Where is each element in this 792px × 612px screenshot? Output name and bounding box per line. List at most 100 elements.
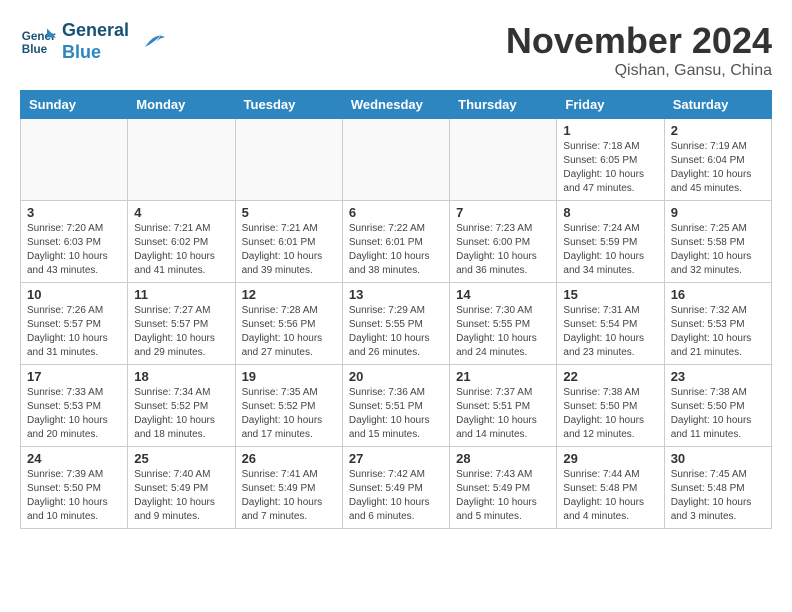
day-info: Sunrise: 7:38 AM Sunset: 5:50 PM Dayligh… — [563, 386, 657, 442]
day-info: Sunrise: 7:20 AM Sunset: 6:03 PM Dayligh… — [27, 222, 121, 278]
day-number: 3 — [27, 205, 121, 220]
week-row-1: 1Sunrise: 7:18 AM Sunset: 6:05 PM Daylig… — [21, 119, 772, 201]
day-cell: 3 Sunrise: 7:20 AM Sunset: 6:03 PM Daylig… — [21, 201, 128, 283]
day-number: 2 — [671, 123, 765, 138]
day-number: 22 — [563, 369, 657, 384]
day-cell: 6Sunrise: 7:22 AM Sunset: 6:01 PM Daylig… — [342, 201, 449, 283]
day-info: Sunrise: 7:34 AM Sunset: 5:52 PM Dayligh… — [134, 386, 228, 442]
day-cell: 24 Sunrise: 7:39 AM Sunset: 5:50 PM Dayli… — [21, 447, 128, 529]
logo-blue: Blue — [62, 42, 129, 64]
day-info: Sunrise: 7:35 AM Sunset: 5:52 PM Dayligh… — [242, 386, 336, 442]
header-day-wednesday: Wednesday — [342, 91, 449, 119]
day-cell: 23 Sunrise: 7:38 AM Sunset: 5:50 PM Dayli… — [664, 365, 771, 447]
day-number: 20 — [349, 369, 443, 384]
week-row-3: 10 Sunrise: 7:26 AM Sunset: 5:57 PM Dayli… — [21, 283, 772, 365]
week-row-2: 3 Sunrise: 7:20 AM Sunset: 6:03 PM Daylig… — [21, 201, 772, 283]
month-title: November 2024 — [506, 20, 772, 62]
day-info: Sunrise: 7:45 AM Sunset: 5:48 PM Dayligh… — [671, 468, 765, 524]
day-info: Sunrise: 7:42 AM Sunset: 5:49 PM Dayligh… — [349, 468, 443, 524]
day-number: 29 — [563, 451, 657, 466]
day-number: 17 — [27, 369, 121, 384]
day-cell: 2 Sunrise: 7:19 AM Sunset: 6:04 PM Daylig… — [664, 119, 771, 201]
logo-general: General — [62, 20, 129, 42]
day-cell: 14Sunrise: 7:30 AM Sunset: 5:55 PM Dayli… — [450, 283, 557, 365]
day-cell: 19 Sunrise: 7:35 AM Sunset: 5:52 PM Dayli… — [235, 365, 342, 447]
day-cell: 25Sunrise: 7:40 AM Sunset: 5:49 PM Dayli… — [128, 447, 235, 529]
day-number: 18 — [134, 369, 228, 384]
day-cell: 22 Sunrise: 7:38 AM Sunset: 5:50 PM Dayli… — [557, 365, 664, 447]
day-info: Sunrise: 7:38 AM Sunset: 5:50 PM Dayligh… — [671, 386, 765, 442]
day-number: 9 — [671, 205, 765, 220]
day-info: Sunrise: 7:39 AM Sunset: 5:50 PM Dayligh… — [27, 468, 121, 524]
day-number: 12 — [242, 287, 336, 302]
day-info: Sunrise: 7:27 AM Sunset: 5:57 PM Dayligh… — [134, 304, 228, 360]
header-day-thursday: Thursday — [450, 91, 557, 119]
day-info: Sunrise: 7:37 AM Sunset: 5:51 PM Dayligh… — [456, 386, 550, 442]
day-info: Sunrise: 7:29 AM Sunset: 5:55 PM Dayligh… — [349, 304, 443, 360]
header-row: SundayMondayTuesdayWednesdayThursdayFrid… — [21, 91, 772, 119]
day-cell: 8 Sunrise: 7:24 AM Sunset: 5:59 PM Daylig… — [557, 201, 664, 283]
location: Qishan, Gansu, China — [506, 62, 772, 80]
week-row-5: 24 Sunrise: 7:39 AM Sunset: 5:50 PM Dayli… — [21, 447, 772, 529]
day-info: Sunrise: 7:44 AM Sunset: 5:48 PM Dayligh… — [563, 468, 657, 524]
day-cell: 28Sunrise: 7:43 AM Sunset: 5:49 PM Dayli… — [450, 447, 557, 529]
calendar-table: SundayMondayTuesdayWednesdayThursdayFrid… — [20, 90, 772, 529]
header-day-saturday: Saturday — [664, 91, 771, 119]
day-info: Sunrise: 7:25 AM Sunset: 5:58 PM Dayligh… — [671, 222, 765, 278]
day-number: 7 — [456, 205, 550, 220]
day-number: 4 — [134, 205, 228, 220]
day-cell: 16Sunrise: 7:32 AM Sunset: 5:53 PM Dayli… — [664, 283, 771, 365]
day-number: 13 — [349, 287, 443, 302]
day-number: 30 — [671, 451, 765, 466]
day-cell — [128, 119, 235, 201]
day-cell: 20 Sunrise: 7:36 AM Sunset: 5:51 PM Dayli… — [342, 365, 449, 447]
day-info: Sunrise: 7:26 AM Sunset: 5:57 PM Dayligh… — [27, 304, 121, 360]
page-header: General Blue General Blue November 2024 … — [20, 20, 772, 80]
title-block: November 2024 Qishan, Gansu, China — [506, 20, 772, 80]
day-info: Sunrise: 7:22 AM Sunset: 6:01 PM Dayligh… — [349, 222, 443, 278]
day-info: Sunrise: 7:28 AM Sunset: 5:56 PM Dayligh… — [242, 304, 336, 360]
day-cell: 27Sunrise: 7:42 AM Sunset: 5:49 PM Dayli… — [342, 447, 449, 529]
day-number: 26 — [242, 451, 336, 466]
day-cell: 26 Sunrise: 7:41 AM Sunset: 5:49 PM Dayli… — [235, 447, 342, 529]
day-info: Sunrise: 7:33 AM Sunset: 5:53 PM Dayligh… — [27, 386, 121, 442]
day-info: Sunrise: 7:21 AM Sunset: 6:02 PM Dayligh… — [134, 222, 228, 278]
day-cell: 21 Sunrise: 7:37 AM Sunset: 5:51 PM Dayli… — [450, 365, 557, 447]
logo: General Blue General Blue — [20, 20, 165, 63]
header-day-sunday: Sunday — [21, 91, 128, 119]
day-number: 19 — [242, 369, 336, 384]
day-info: Sunrise: 7:24 AM Sunset: 5:59 PM Dayligh… — [563, 222, 657, 278]
day-info: Sunrise: 7:36 AM Sunset: 5:51 PM Dayligh… — [349, 386, 443, 442]
day-cell — [342, 119, 449, 201]
day-cell — [235, 119, 342, 201]
day-number: 8 — [563, 205, 657, 220]
day-cell: 15 Sunrise: 7:31 AM Sunset: 5:54 PM Dayli… — [557, 283, 664, 365]
logo-bird-icon — [135, 27, 165, 57]
day-info: Sunrise: 7:32 AM Sunset: 5:53 PM Dayligh… — [671, 304, 765, 360]
day-cell: 12 Sunrise: 7:28 AM Sunset: 5:56 PM Dayli… — [235, 283, 342, 365]
day-number: 21 — [456, 369, 550, 384]
day-info: Sunrise: 7:18 AM Sunset: 6:05 PM Dayligh… — [563, 140, 657, 196]
day-cell: 18 Sunrise: 7:34 AM Sunset: 5:52 PM Dayli… — [128, 365, 235, 447]
day-number: 15 — [563, 287, 657, 302]
header-day-friday: Friday — [557, 91, 664, 119]
day-info: Sunrise: 7:21 AM Sunset: 6:01 PM Dayligh… — [242, 222, 336, 278]
calendar-header: SundayMondayTuesdayWednesdayThursdayFrid… — [21, 91, 772, 119]
day-cell: 9 Sunrise: 7:25 AM Sunset: 5:58 PM Daylig… — [664, 201, 771, 283]
day-info: Sunrise: 7:30 AM Sunset: 5:55 PM Dayligh… — [456, 304, 550, 360]
header-day-tuesday: Tuesday — [235, 91, 342, 119]
day-number: 24 — [27, 451, 121, 466]
day-number: 23 — [671, 369, 765, 384]
day-cell: 11 Sunrise: 7:27 AM Sunset: 5:57 PM Dayli… — [128, 283, 235, 365]
day-number: 10 — [27, 287, 121, 302]
day-cell: 30 Sunrise: 7:45 AM Sunset: 5:48 PM Dayli… — [664, 447, 771, 529]
day-number: 5 — [242, 205, 336, 220]
day-cell — [450, 119, 557, 201]
day-info: Sunrise: 7:41 AM Sunset: 5:49 PM Dayligh… — [242, 468, 336, 524]
day-info: Sunrise: 7:19 AM Sunset: 6:04 PM Dayligh… — [671, 140, 765, 196]
day-info: Sunrise: 7:43 AM Sunset: 5:49 PM Dayligh… — [456, 468, 550, 524]
day-info: Sunrise: 7:31 AM Sunset: 5:54 PM Dayligh… — [563, 304, 657, 360]
day-number: 11 — [134, 287, 228, 302]
logo-icon: General Blue — [20, 24, 56, 60]
svg-text:Blue: Blue — [22, 42, 48, 55]
